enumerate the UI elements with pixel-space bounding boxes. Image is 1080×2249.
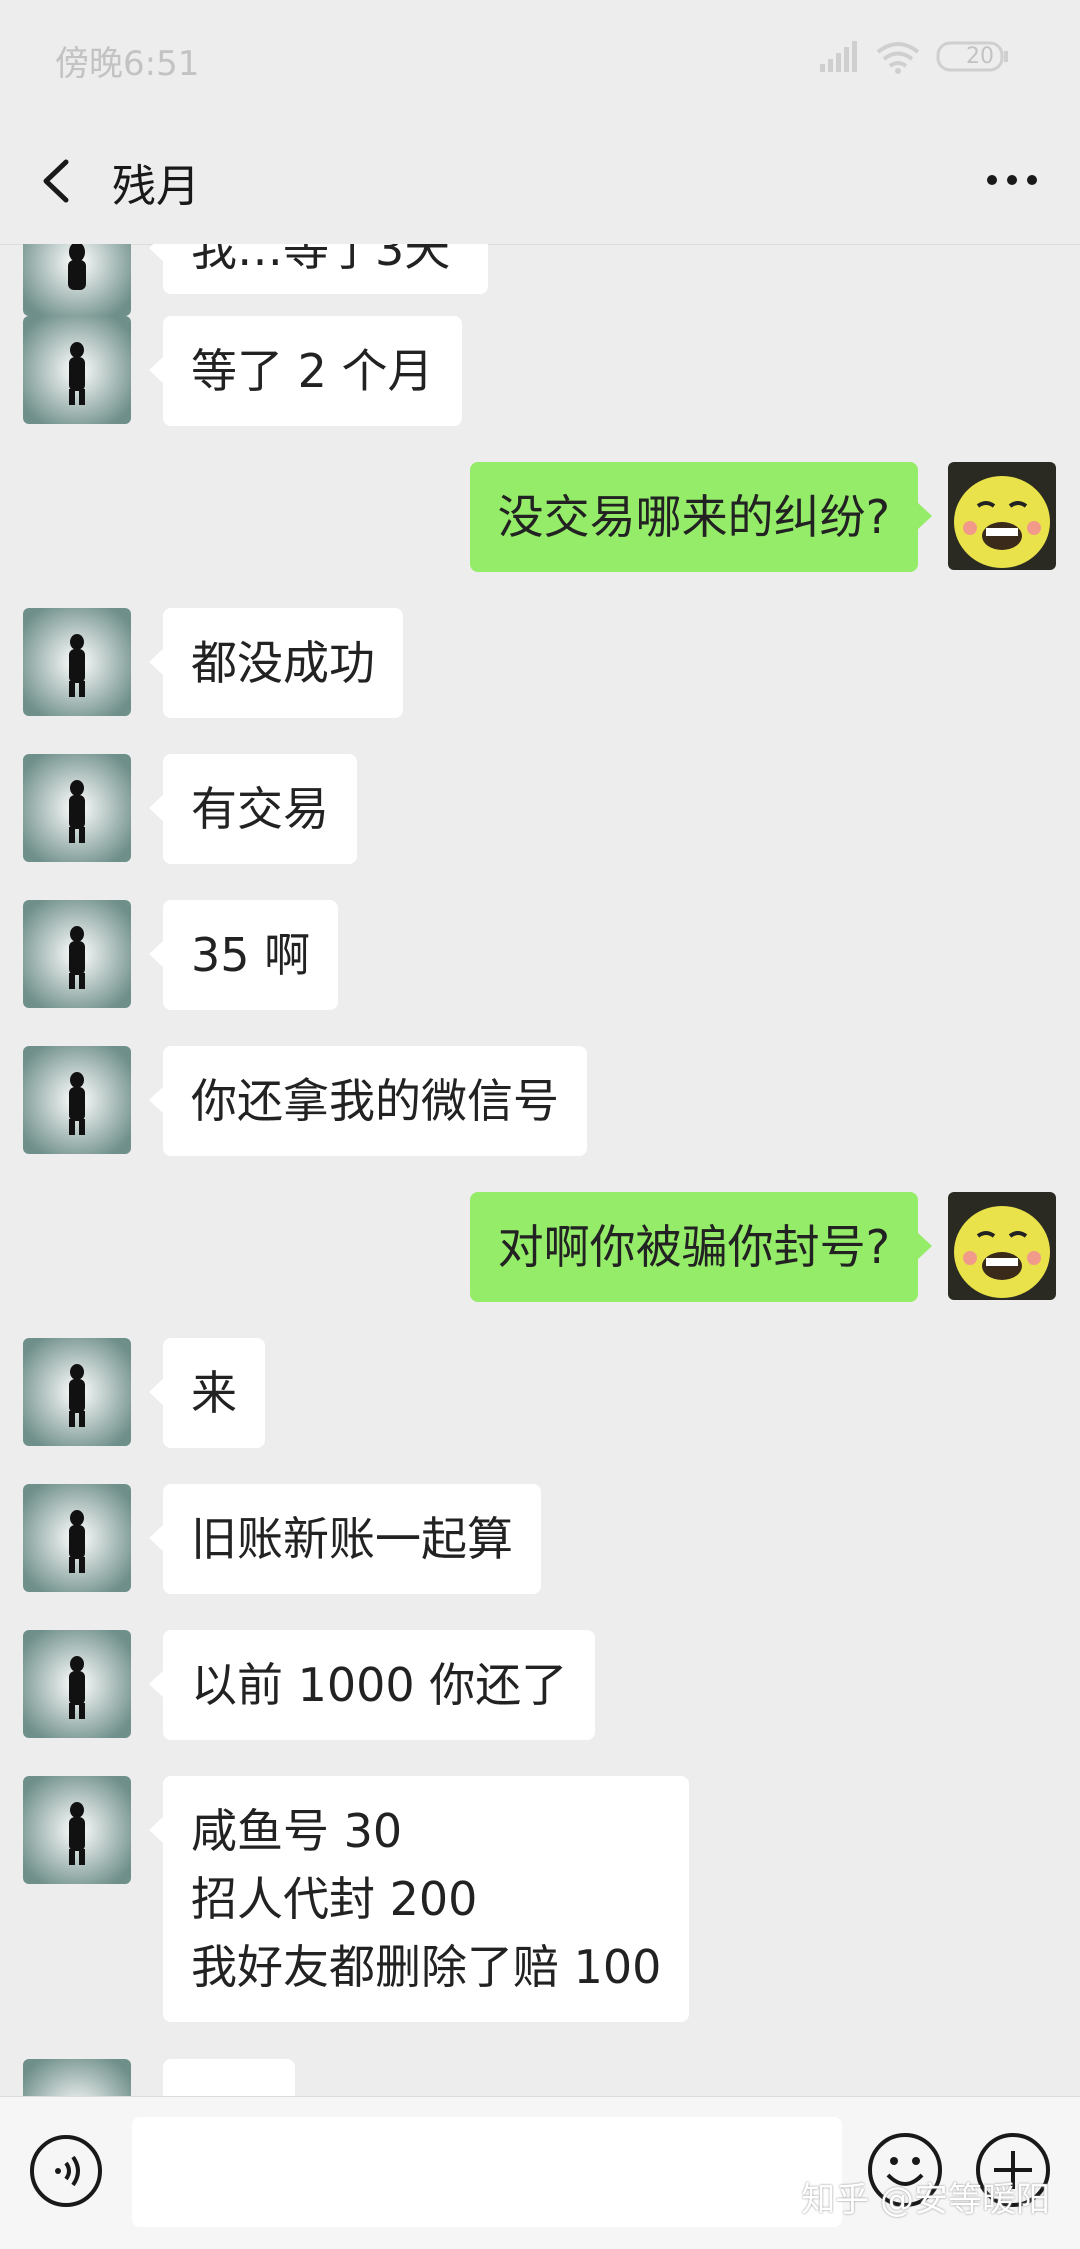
message-bubble[interactable]: 旧账新账一起算 xyxy=(149,1484,541,1594)
voice-icon xyxy=(30,2135,102,2207)
watermark: 知乎 @安等暖阳 xyxy=(801,2180,1050,2220)
contact-avatar[interactable] xyxy=(23,1484,131,1592)
message-text: 你还拿我的微信号 xyxy=(191,1074,559,1128)
message-bubble[interactable]: 你还拿我的微信号 xyxy=(149,1046,587,1156)
contact-avatar-image xyxy=(23,900,131,1008)
battery-level: 20 xyxy=(966,44,994,69)
message-bubble[interactable]: 等了 2 个月 xyxy=(149,316,462,426)
contact-avatar[interactable] xyxy=(23,244,131,316)
message-bubble[interactable]: 没交易哪来的纠纷? xyxy=(469,462,933,572)
contact-avatar[interactable] xyxy=(23,1338,131,1446)
message-bubble[interactable]: 对啊你被骗你封号? xyxy=(469,1192,933,1302)
message-list[interactable]: 我…等了3天 等了 2 个月 没交易哪来的纠纷? 都没成功 有交易 35 啊 你… xyxy=(0,244,1080,2096)
message-input[interactable] xyxy=(132,2117,842,2227)
contact-avatar-image xyxy=(23,1338,131,1446)
message-bubble[interactable] xyxy=(163,2059,295,2096)
contact-avatar[interactable] xyxy=(23,1776,131,1884)
contact-avatar-image xyxy=(23,316,131,424)
contact-avatar-image xyxy=(23,2059,131,2096)
self-avatar-image xyxy=(948,1192,1056,1300)
message-text: 旧账新账一起算 xyxy=(191,1512,513,1566)
self-avatar-image xyxy=(948,462,1056,570)
message-text: 有交易 xyxy=(191,782,329,836)
message-text: 没交易哪来的纠纷? xyxy=(497,490,890,544)
contact-avatar-image xyxy=(23,1776,131,1884)
self-avatar[interactable] xyxy=(948,462,1056,570)
back-arrow-icon xyxy=(43,159,69,203)
message-bubble[interactable]: 来 xyxy=(149,1338,265,1448)
message-text: 等了 2 个月 xyxy=(191,344,434,398)
contact-avatar-image xyxy=(23,1484,131,1592)
contact-avatar-image xyxy=(23,608,131,716)
chat-title: 残月 xyxy=(112,161,200,212)
message-text: 对啊你被骗你封号? xyxy=(497,1220,890,1274)
voice-button[interactable] xyxy=(28,2133,104,2209)
status-icons-svg xyxy=(820,41,1008,74)
message-bubble[interactable]: 有交易 xyxy=(149,754,357,864)
self-avatar[interactable] xyxy=(948,1192,1056,1300)
message-bubble[interactable]: 我…等了3天 xyxy=(149,244,488,294)
contact-avatar[interactable] xyxy=(23,900,131,1008)
message-text: 来 xyxy=(191,1366,237,1420)
contact-avatar-image xyxy=(23,754,131,862)
back-button[interactable] xyxy=(32,148,92,214)
more-button[interactable] xyxy=(982,158,1042,202)
contact-avatar[interactable] xyxy=(23,316,131,424)
message-text: 35 啊 xyxy=(191,928,311,982)
message-text: 以前 1000 你还了 xyxy=(191,1658,568,1712)
contact-avatar-image xyxy=(23,1046,131,1154)
contact-avatar[interactable] xyxy=(23,1046,131,1154)
status-icons: 20 xyxy=(820,40,1040,74)
message-text: 我…等了3天 xyxy=(191,244,451,276)
more-icon xyxy=(987,175,1037,185)
status-time: 傍晚6:51 xyxy=(55,44,200,84)
message-bubble[interactable]: 以前 1000 你还了 xyxy=(148,1630,596,1740)
status-bar: 傍晚6:51 20 xyxy=(0,0,1080,118)
message-text: 都没成功 xyxy=(191,636,375,690)
contact-avatar[interactable] xyxy=(23,608,131,716)
contact-avatar-image xyxy=(23,244,131,316)
signal-icon xyxy=(820,41,857,72)
contact-avatar[interactable] xyxy=(23,754,131,862)
contact-avatar[interactable] xyxy=(23,2059,131,2096)
contact-avatar-image xyxy=(23,1630,131,1738)
chat-header: 残月 xyxy=(0,118,1080,245)
message-bubble[interactable]: 35 啊 xyxy=(148,900,339,1010)
contact-avatar[interactable] xyxy=(23,1630,131,1738)
message-bubble[interactable]: 都没成功 xyxy=(149,608,403,718)
message-text: 咸鱼号 30 招人代封 200 我好友都删除了赔 100 xyxy=(191,1804,662,1994)
wifi-icon xyxy=(876,42,920,68)
message-bubble[interactable]: 咸鱼号 30 招人代封 200 我好友都删除了赔 100 xyxy=(148,1776,690,2022)
